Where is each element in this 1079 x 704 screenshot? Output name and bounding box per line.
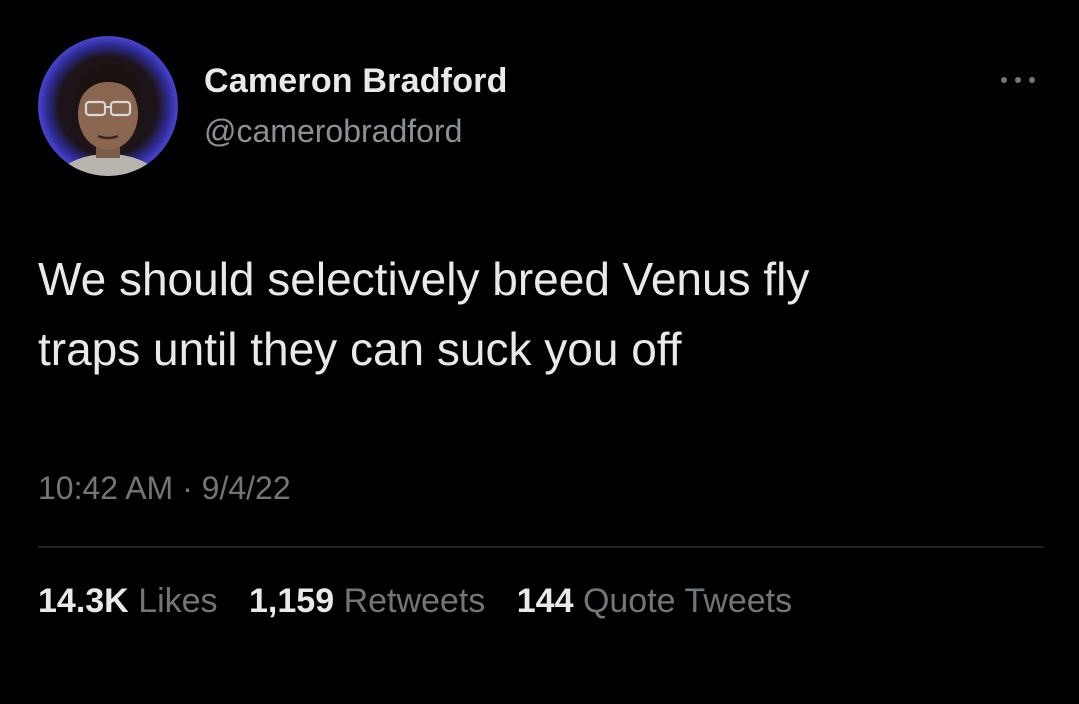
more-options-button[interactable] <box>994 66 1044 94</box>
tweet-card: Cameron Bradford @camerobradford We shou… <box>0 0 1079 704</box>
tweet-text-line: traps until they can suck you off <box>38 323 682 375</box>
author-name[interactable]: Cameron Bradford <box>204 62 508 101</box>
tweet-text-line: We should selectively breed Venus fly <box>38 253 810 305</box>
likes-count: 14.3K <box>38 582 129 620</box>
divider <box>38 546 1044 548</box>
quote-tweets-stat[interactable]: 144 Quote Tweets <box>517 582 792 621</box>
quote-tweets-label: Quote Tweets <box>582 582 793 620</box>
avatar-image <box>38 36 178 176</box>
tweet-stats: 14.3K Likes 1,159 Retweets 144 Quote Twe… <box>38 582 814 621</box>
likes-label: Likes <box>138 582 218 620</box>
quote-tweets-count: 144 <box>516 582 574 620</box>
retweets-stat[interactable]: 1,159 Retweets <box>249 582 485 621</box>
tweet-timestamp[interactable]: 10:42 AM · 9/4/22 <box>38 470 291 507</box>
likes-stat[interactable]: 14.3K Likes <box>38 582 218 621</box>
author-handle[interactable]: @camerobradford <box>204 113 462 150</box>
retweets-label: Retweets <box>343 582 486 620</box>
retweets-count: 1,159 <box>249 582 335 620</box>
avatar[interactable] <box>38 36 178 176</box>
tweet-text: We should selectively breed Venus fly tr… <box>38 244 1048 384</box>
more-dots-icon <box>1001 77 1035 83</box>
